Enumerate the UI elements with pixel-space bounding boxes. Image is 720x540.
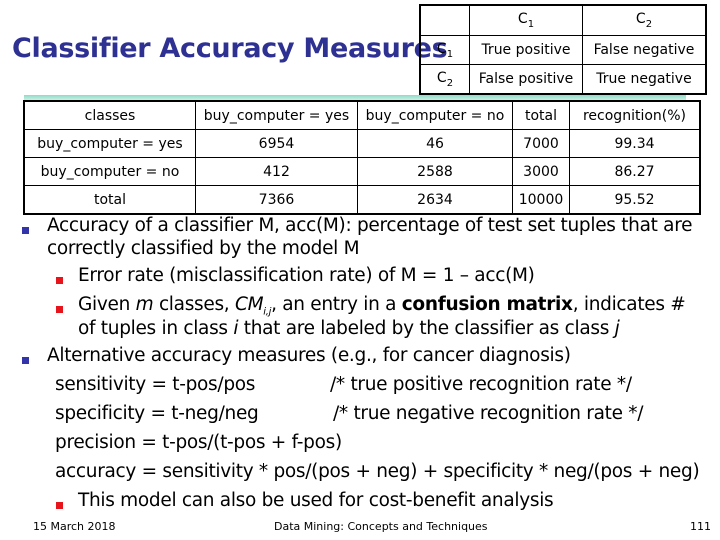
accuracy-table-header: buy_computer = no bbox=[357, 100, 513, 130]
sub-bullet-text: This model can also be used for cost-ben… bbox=[78, 490, 554, 511]
formula-comment: /* true positive recognition rate */ bbox=[330, 374, 632, 395]
confusion-matrix-header-c2: C2 bbox=[582, 4, 707, 36]
confusion-matrix-cell: False negative bbox=[582, 35, 707, 65]
confusion-matrix-cell: False positive bbox=[469, 64, 583, 95]
accuracy-table: classes buy_computer = yes buy_computer … bbox=[23, 100, 701, 215]
subscript: 1 bbox=[527, 18, 535, 30]
accuracy-table-cell: 46 bbox=[357, 129, 513, 158]
subscript: 2 bbox=[645, 18, 653, 30]
text-span: , an entry in a bbox=[271, 294, 402, 315]
bullet-square-icon bbox=[56, 277, 63, 284]
accuracy-table-cell: 10000 bbox=[512, 185, 570, 215]
confusion-matrix-row-label: C2 bbox=[419, 64, 470, 95]
accuracy-table-cell: total bbox=[23, 185, 196, 215]
text-span-bold: confusion matrix bbox=[401, 294, 573, 315]
row-label-text: C bbox=[436, 40, 447, 57]
confusion-matrix-row-label: C1 bbox=[419, 35, 470, 65]
text-span: of tuples in class bbox=[78, 318, 234, 339]
confusion-matrix-cell: True negative bbox=[582, 64, 707, 95]
bullet-square-icon bbox=[56, 306, 63, 313]
accuracy-table-cell: 3000 bbox=[512, 157, 570, 186]
confusion-matrix-corner-cell bbox=[419, 4, 470, 36]
sub-bullet-text: Given m classes, CMi,j, an entry in a co… bbox=[78, 294, 686, 318]
text-span: Given bbox=[78, 294, 136, 315]
footer-page-number: 111 bbox=[690, 520, 711, 533]
confusion-matrix-row: C1 True positive False negative bbox=[419, 35, 707, 65]
accuracy-table-cell: 86.27 bbox=[569, 157, 701, 186]
bullet-square-icon bbox=[22, 227, 29, 234]
accuracy-table-header: classes bbox=[23, 100, 196, 130]
confusion-matrix-cell: True positive bbox=[469, 35, 583, 65]
accuracy-table-cell: 99.34 bbox=[569, 129, 701, 158]
accuracy-table-cell: 6954 bbox=[195, 129, 358, 158]
slide-title: Classifier Accuracy Measures bbox=[12, 33, 448, 64]
text-span-italic: j bbox=[614, 318, 620, 339]
footer-title: Data Mining: Concepts and Techniques bbox=[274, 520, 488, 533]
accuracy-table-header: buy_computer = yes bbox=[195, 100, 358, 130]
formula-text: accuracy = sensitivity * pos/(pos + neg)… bbox=[55, 461, 700, 482]
accuracy-table-cell: 2588 bbox=[357, 157, 513, 186]
subscript: 2 bbox=[446, 77, 454, 89]
text-span-italic: m bbox=[135, 294, 154, 315]
bullet-text: Alternative accuracy measures (e.g., for… bbox=[47, 345, 571, 366]
accuracy-table-cell: 7366 bbox=[195, 185, 358, 215]
formula-text: sensitivity = t-pos/pos bbox=[55, 374, 256, 395]
formula-comment: /* true negative recognition rate */ bbox=[333, 403, 644, 424]
text-span-italic: CM bbox=[234, 294, 264, 315]
bullet-square-icon bbox=[56, 502, 63, 509]
text-span-italic: i,j bbox=[263, 306, 272, 318]
accuracy-table-cell: buy_computer = yes bbox=[23, 129, 196, 158]
text-span: classes, bbox=[153, 294, 235, 315]
confusion-matrix-table: C1 C2 C1 True positive False negative C2… bbox=[419, 4, 707, 95]
accuracy-table-cell: 95.52 bbox=[569, 185, 701, 215]
accuracy-table-header: recognition(%) bbox=[569, 100, 701, 130]
accuracy-table-header: total bbox=[512, 100, 570, 130]
text-span: that are labeled by the classifier as cl… bbox=[238, 318, 615, 339]
formula-text: precision = t-pos/(t-pos + f-pos) bbox=[55, 432, 342, 453]
accuracy-table-row: buy_computer = no 412 2588 3000 86.27 bbox=[23, 157, 701, 186]
bullet-square-icon bbox=[22, 357, 29, 364]
row-label-text: C bbox=[436, 69, 447, 86]
text-span: , indicates # bbox=[572, 294, 686, 315]
sub-bullet-text: Error rate (misclassification rate) of M… bbox=[78, 265, 535, 286]
footer-date: 15 March 2018 bbox=[33, 520, 116, 533]
sub-bullet-text: of tuples in class i that are labeled by… bbox=[78, 318, 620, 339]
confusion-matrix-row: C2 False positive True negative bbox=[419, 64, 707, 95]
accuracy-table-header-row: classes buy_computer = yes buy_computer … bbox=[23, 100, 701, 130]
accuracy-table-cell: 2634 bbox=[357, 185, 513, 215]
accuracy-table-row: buy_computer = yes 6954 46 7000 99.34 bbox=[23, 129, 701, 158]
accuracy-table-cell: 412 bbox=[195, 157, 358, 186]
subscript: 1 bbox=[446, 48, 454, 60]
accuracy-table-cell: 7000 bbox=[512, 129, 570, 158]
bullet-text: correctly classified by the model M bbox=[47, 238, 360, 259]
accuracy-table-cell: buy_computer = no bbox=[23, 157, 196, 186]
confusion-matrix-header-c1: C1 bbox=[469, 4, 583, 36]
bullet-text: Accuracy of a classifier M, acc(M): perc… bbox=[47, 215, 693, 236]
formula-text: specificity = t-neg/neg bbox=[55, 403, 259, 424]
confusion-matrix-header-row: C1 C2 bbox=[419, 4, 707, 36]
accuracy-table-row: total 7366 2634 10000 95.52 bbox=[23, 185, 701, 215]
